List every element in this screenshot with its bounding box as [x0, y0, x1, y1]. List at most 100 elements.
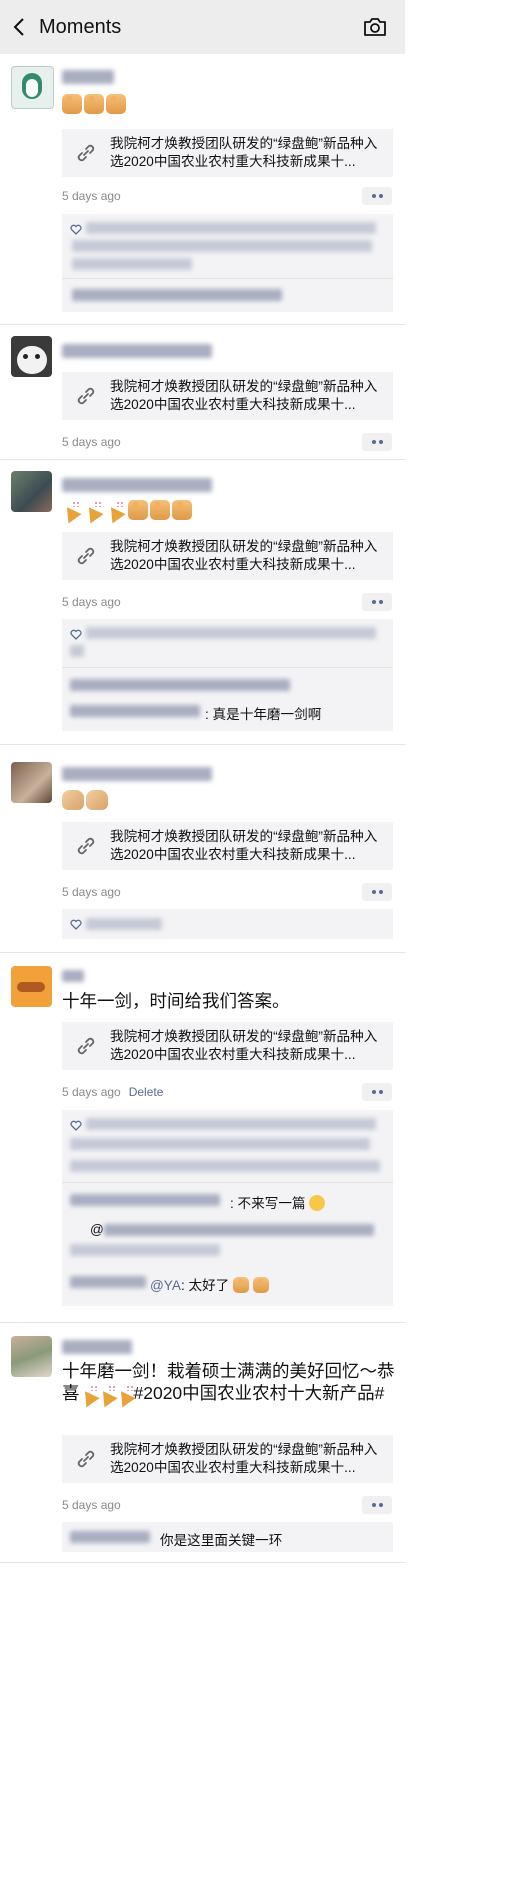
shared-link-card[interactable]: 我院柯才焕教授团队研发的“绿盘鲍”新品种入选2020中国农业农村重大科技新成果十…: [62, 1435, 393, 1483]
comment-text-content: : 太好了: [180, 1278, 230, 1293]
moment-post: 我院柯才焕教授团队研发的“绿盘鲍”新品种入选2020中国农业农村重大科技新成果十…: [0, 324, 405, 460]
thumbs-up-icon: [106, 94, 126, 114]
woozy-face-icon: [309, 1195, 326, 1211]
liker-names[interactable]: [86, 627, 376, 639]
commenter-name[interactable]: [70, 705, 200, 717]
commenter-name[interactable]: [70, 1276, 146, 1288]
emoji-row: [62, 500, 192, 522]
post-time: 5 days ago: [62, 595, 121, 609]
camera-icon[interactable]: [363, 16, 387, 38]
post-text: 十年磨一剑！栽着硕士满满的美好回忆～恭喜 #2020中国农业农村十大新产品#: [62, 1360, 397, 1404]
more-dots-icon[interactable]: [362, 1083, 392, 1101]
avatar[interactable]: [11, 1336, 52, 1377]
more-dots-icon[interactable]: [362, 1496, 392, 1514]
liker-names[interactable]: [70, 645, 84, 657]
moment-post: 我院柯才焕教授团队研发的“绿盘鲍”新品种入选2020中国农业农村重大科技新成果十…: [0, 744, 405, 953]
more-dots-icon[interactable]: [362, 187, 392, 205]
more-dots-icon[interactable]: [362, 433, 392, 451]
post-time-text: 5 days ago: [62, 1085, 121, 1099]
link-icon: [62, 1022, 110, 1070]
more-dots-icon[interactable]: [362, 883, 392, 901]
liker-names[interactable]: [70, 1160, 380, 1172]
heart-icon: [70, 919, 82, 930]
delete-button[interactable]: Delete: [129, 1085, 164, 1099]
moments-page: Moments 我院柯才焕教授团队研发的“绿盘鲍”新品种入选2020中国农业农村…: [0, 0, 405, 1900]
clapping-hands-icon: [62, 790, 84, 810]
commenter-name[interactable]: [70, 1531, 150, 1543]
link-title: 我院柯才焕教授团队研发的“绿盘鲍”新品种入选2020中国农业农村重大科技新成果十…: [110, 136, 378, 169]
comment-blurred[interactable]: [70, 679, 290, 691]
post-time: 5 days ago: [62, 885, 121, 899]
username[interactable]: [62, 70, 114, 84]
comment-blurred[interactable]: [72, 289, 282, 301]
thumbs-up-icon: [128, 500, 148, 520]
more-dots-icon[interactable]: [362, 593, 392, 611]
moment-post: 我院柯才焕教授团队研发的“绿盘鲍”新品种入选2020中国农业农村重大科技新成果十…: [0, 54, 405, 325]
comment-text: @YA: 太好了: [150, 1274, 269, 1294]
header-bar: Moments: [0, 0, 405, 54]
heart-icon: [70, 224, 82, 235]
likes-comments-panel: 你是这里面关键一环: [62, 1522, 393, 1552]
comment-mention-prefix: @: [90, 1222, 104, 1237]
likes-comments-panel: [62, 214, 393, 312]
moment-post: 十年一剑，时间给我们答案。 我院柯才焕教授团队研发的“绿盘鲍”新品种入选2020…: [0, 952, 405, 1323]
comment-text: : 真是十年磨一剑啊: [205, 707, 322, 722]
post-time: 5 days ago: [62, 1498, 121, 1512]
party-popper-icon: [106, 500, 126, 520]
liker-names[interactable]: [72, 258, 192, 270]
comment-text: 你是这里面关键一环: [160, 1533, 283, 1548]
likes-comments-panel: : 真是十年磨一剑啊: [62, 619, 393, 731]
page-title: Moments: [39, 16, 122, 38]
avatar[interactable]: [11, 762, 52, 803]
link-icon: [62, 1435, 110, 1483]
likes-comments-panel: [62, 909, 393, 939]
liker-names[interactable]: [72, 240, 372, 252]
link-title: 我院柯才焕教授团队研发的“绿盘鲍”新品种入选2020中国农业农村重大科技新成果十…: [110, 539, 378, 572]
link-icon: [62, 129, 110, 177]
avatar[interactable]: [11, 966, 52, 1007]
username[interactable]: [62, 1340, 132, 1354]
thumbs-up-icon: [252, 1277, 269, 1293]
shared-link-card[interactable]: 我院柯才焕教授团队研发的“绿盘鲍”新品种入选2020中国农业农村重大科技新成果十…: [62, 1022, 393, 1070]
username[interactable]: [62, 767, 212, 781]
shared-link-card[interactable]: 我院柯才焕教授团队研发的“绿盘鲍”新品种入选2020中国农业农村重大科技新成果十…: [62, 129, 393, 177]
comment-blurred[interactable]: [104, 1224, 374, 1236]
thumbs-up-icon: [150, 500, 170, 520]
liker-names[interactable]: [86, 1118, 376, 1130]
username[interactable]: [62, 344, 212, 358]
post-time: 5 days ago: [62, 435, 121, 449]
divider: [62, 278, 393, 279]
thumbs-up-icon: [84, 94, 104, 114]
moment-post: 我院柯才焕教授团队研发的“绿盘鲍”新品种入选2020中国农业农村重大科技新成果十…: [0, 459, 405, 745]
username[interactable]: [62, 478, 212, 492]
commenter-name[interactable]: [70, 1194, 220, 1206]
party-popper-icon: [84, 500, 104, 520]
liker-names[interactable]: [86, 918, 162, 930]
thumbs-up-icon: [62, 94, 82, 114]
party-popper-icon: [80, 1384, 98, 1402]
emoji-row: [62, 790, 108, 812]
thumbs-up-icon: [172, 500, 192, 520]
heart-icon: [70, 629, 82, 640]
avatar[interactable]: [11, 471, 52, 512]
post-hashtag: #2020中国农业农村十大新产品#: [133, 1383, 385, 1403]
moment-post: 十年磨一剑！栽着硕士满满的美好回忆～恭喜 #2020中国农业农村十大新产品# 我院…: [0, 1322, 405, 1563]
liker-names[interactable]: [86, 222, 376, 234]
comment-text-content: : 不来写一篇: [230, 1196, 306, 1211]
heart-icon: [70, 1120, 82, 1131]
party-popper-icon: [62, 500, 82, 520]
shared-link-card[interactable]: 我院柯才焕教授团队研发的“绿盘鲍”新品种入选2020中国农业农村重大科技新成果十…: [62, 532, 393, 580]
link-title: 我院柯才焕教授团队研发的“绿盘鲍”新品种入选2020中国农业农村重大科技新成果十…: [110, 379, 378, 412]
shared-link-card[interactable]: 我院柯才焕教授团队研发的“绿盘鲍”新品种入选2020中国农业农村重大科技新成果十…: [62, 822, 393, 870]
comment-mention[interactable]: @YA: [150, 1278, 181, 1293]
link-title: 我院柯才焕教授团队研发的“绿盘鲍”新品种入选2020中国农业农村重大科技新成果十…: [110, 1029, 378, 1062]
comment-blurred[interactable]: [70, 1244, 220, 1256]
back-arrow-icon[interactable]: [12, 17, 26, 37]
avatar[interactable]: [11, 66, 54, 109]
liker-names[interactable]: [70, 1138, 370, 1150]
link-icon: [62, 822, 110, 870]
username[interactable]: [62, 970, 84, 982]
avatar[interactable]: [11, 336, 52, 377]
link-title: 我院柯才焕教授团队研发的“绿盘鲍”新品种入选2020中国农业农村重大科技新成果十…: [110, 1442, 378, 1475]
shared-link-card[interactable]: 我院柯才焕教授团队研发的“绿盘鲍”新品种入选2020中国农业农村重大科技新成果十…: [62, 372, 393, 420]
